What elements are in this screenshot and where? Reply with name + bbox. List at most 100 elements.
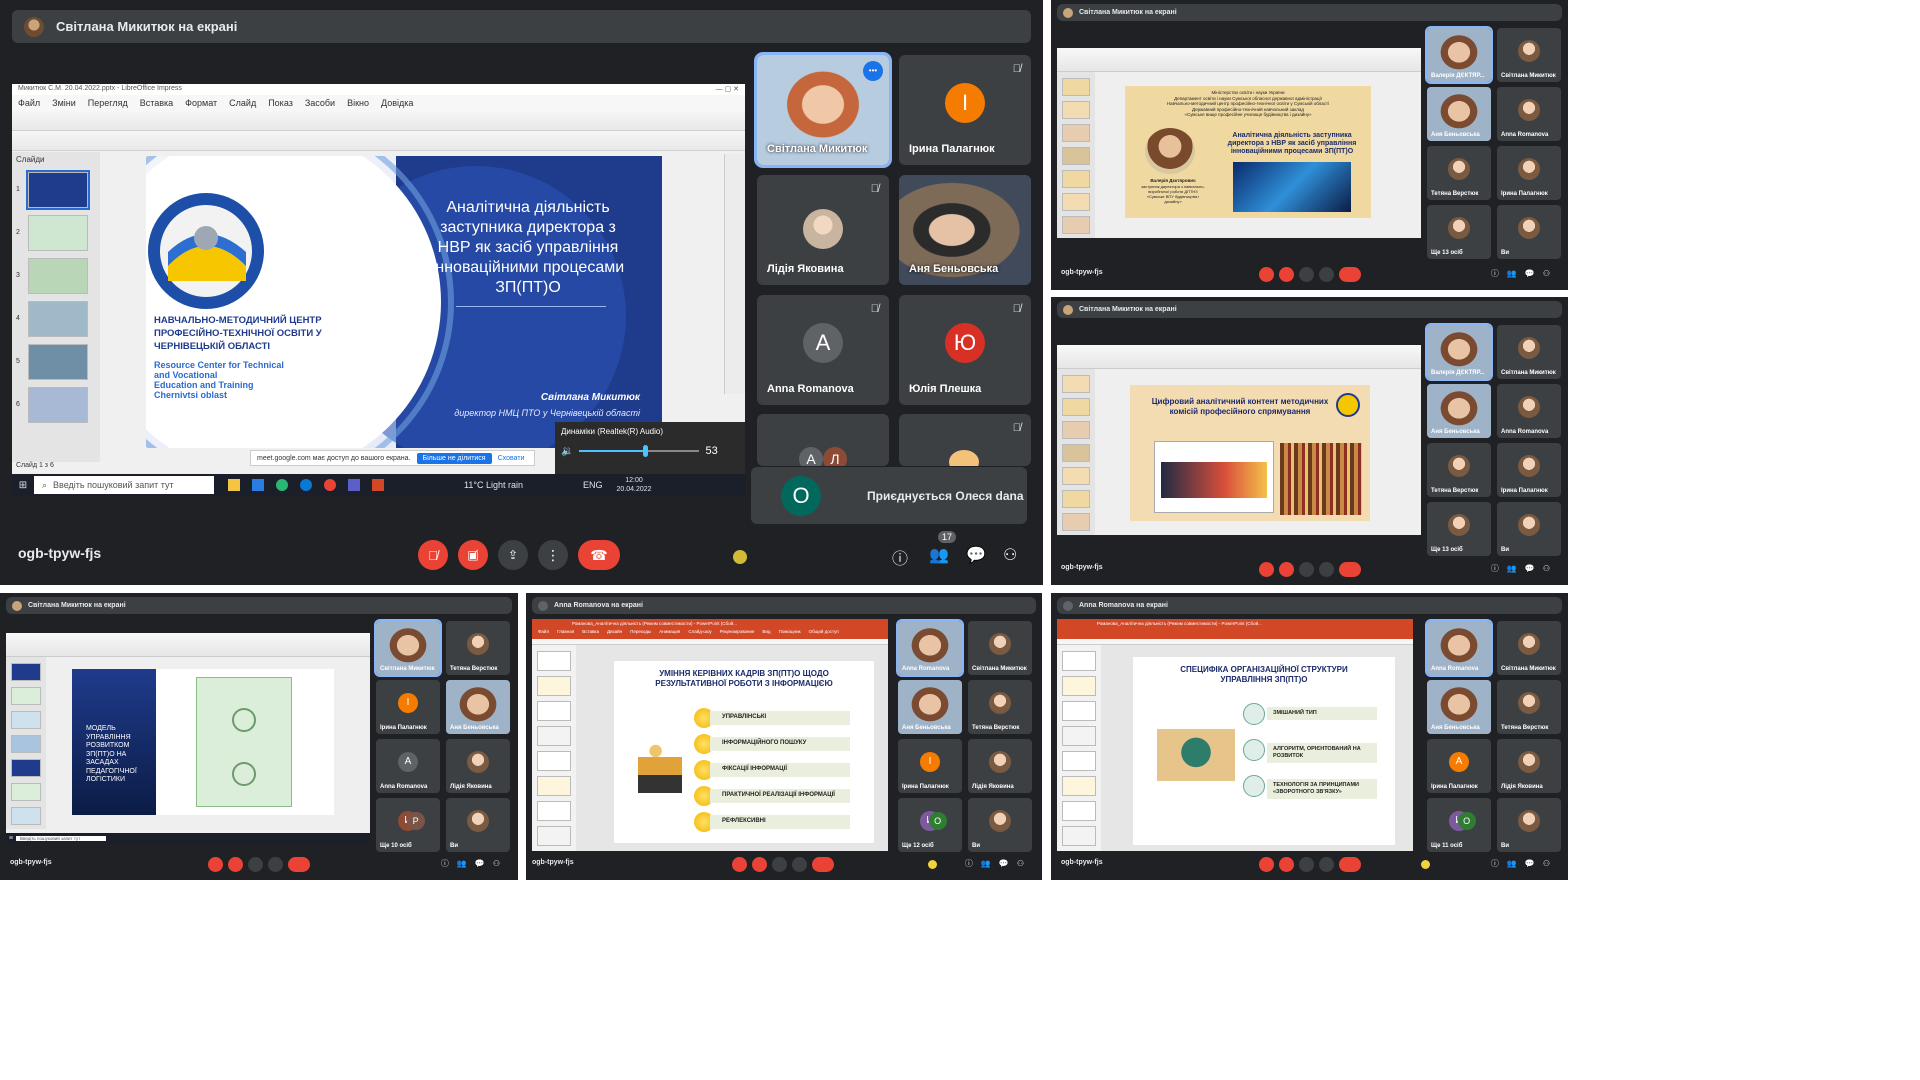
participant-tile[interactable]: Anna Romanova <box>1497 87 1561 141</box>
ribbon-tab[interactable]: Дизайн <box>607 629 622 639</box>
slide-thumbnail[interactable] <box>11 711 41 729</box>
slide-thumbnail[interactable] <box>1062 193 1090 211</box>
menu-item[interactable]: Вікно <box>347 98 369 108</box>
windows-start-icon[interactable]: ⊞ <box>12 480 34 491</box>
menu-item[interactable]: Вставка <box>140 98 173 108</box>
participant-tile[interactable]: ИЩе 10 осібР <box>376 798 440 852</box>
hide-notice-button[interactable]: Сховати <box>498 455 525 462</box>
slide-thumbnail[interactable] <box>1062 676 1096 696</box>
camera-toggle-button[interactable]: ▣̸ <box>458 540 488 570</box>
participant-tile[interactable]: Аня Беньовська <box>446 680 510 734</box>
camera-toggle-button[interactable] <box>228 857 243 872</box>
menu-item[interactable]: Показ <box>268 98 293 108</box>
participant-tile[interactable]: Anna Romanova <box>1425 619 1493 677</box>
taskbar-apps[interactable] <box>228 479 384 491</box>
activities-icon[interactable]: ⚇ <box>1003 545 1017 565</box>
participant-tile[interactable]: Ви <box>1497 205 1561 259</box>
slide-thumbnail[interactable] <box>28 301 88 337</box>
menu-item[interactable]: Слайд <box>229 98 256 108</box>
participant-tile[interactable]: Anna Romanova <box>1497 384 1561 438</box>
menu-item[interactable]: Засоби <box>305 98 335 108</box>
leave-call-button[interactable] <box>1339 267 1361 282</box>
slide-thumbnail[interactable] <box>1062 170 1090 188</box>
more-options-button[interactable] <box>1319 562 1334 577</box>
participant-tile[interactable]: Ю 🎙̸ Юлія Плешка <box>899 295 1031 405</box>
slide-thumbnail[interactable] <box>28 258 88 294</box>
ribbon-tab[interactable]: Помощник <box>779 629 801 639</box>
ppt-ribbon[interactable] <box>1057 629 1413 639</box>
participant-tile[interactable]: Тетяна Верстюк <box>446 621 510 675</box>
slide-thumbnail[interactable] <box>1062 513 1090 531</box>
participant-tile[interactable]: Аня Беньовська <box>899 175 1031 285</box>
participant-tile[interactable]: І 🎙̸ Ірина Палагнюк <box>899 55 1031 165</box>
present-button[interactable] <box>1299 267 1314 282</box>
more-options-button[interactable] <box>268 857 283 872</box>
participant-tile[interactable]: Аня Беньовська <box>1427 384 1491 438</box>
slide-thumbnail[interactable] <box>28 344 88 380</box>
slide-thumbnail[interactable] <box>1062 467 1090 485</box>
participant-tile[interactable]: Тетяна Верстюк <box>1497 680 1561 734</box>
stop-sharing-button[interactable]: Більше не ділитися <box>416 452 492 464</box>
participant-tile[interactable]: Світлана Микитюк <box>1497 325 1561 379</box>
menu-item[interactable]: Файл <box>18 98 40 108</box>
mic-toggle-button[interactable]: 🎙̸ <box>418 540 448 570</box>
slide-thumbnail[interactable] <box>1062 398 1090 416</box>
participant-tile[interactable]: A Ірина Палагнюк <box>1427 739 1491 793</box>
participant-tile-partial[interactable]: 🎙̸ <box>899 414 1031 466</box>
participant-tile[interactable]: Ви <box>968 798 1032 852</box>
slide-thumbnail[interactable] <box>11 663 41 681</box>
present-button[interactable] <box>1299 562 1314 577</box>
participant-tile[interactable]: Тетяна Верстюк <box>968 680 1032 734</box>
participant-tile[interactable]: Аня Беньовська <box>1427 87 1491 141</box>
participant-tile[interactable]: Anna Romanova <box>896 619 964 677</box>
participant-tile[interactable]: ИЩе 11 осібО <box>1427 798 1491 852</box>
participant-tile[interactable]: Лідія Яковина <box>968 739 1032 793</box>
participant-tile[interactable]: A Anna Romanova <box>376 739 440 793</box>
camera-toggle-button[interactable] <box>752 857 767 872</box>
slide-thumbnail[interactable] <box>1062 421 1090 439</box>
slide-thumbnail[interactable] <box>1062 801 1096 821</box>
camera-toggle-button[interactable] <box>1279 562 1294 577</box>
ribbon-tab[interactable]: Переходы <box>630 629 651 639</box>
slide-thumbnail[interactable] <box>537 676 571 696</box>
slide-thumbnail[interactable] <box>537 751 571 771</box>
slide-thumbnail[interactable] <box>1062 216 1090 234</box>
slide-thumbnail[interactable] <box>1062 701 1096 721</box>
participant-tile[interactable]: 🎙̸ Лідія Яковина <box>757 175 889 285</box>
slide-thumbnail[interactable] <box>1062 751 1096 771</box>
slide-thumbnail[interactable] <box>1062 375 1090 393</box>
leave-call-button[interactable] <box>1339 562 1361 577</box>
ribbon-tab[interactable]: Общий доступ <box>809 629 839 639</box>
slide-thumbnail[interactable] <box>537 651 571 671</box>
participant-tile[interactable]: І Ірина Палагнюк <box>376 680 440 734</box>
participant-tile[interactable]: Світлана Микитюк <box>1497 621 1561 675</box>
slide-thumbnail[interactable] <box>1062 147 1090 165</box>
slide-thumbnail[interactable] <box>537 801 571 821</box>
leave-call-button[interactable] <box>812 857 834 872</box>
mic-toggle-button[interactable] <box>1259 562 1274 577</box>
participant-tile[interactable]: Світлана Микитюк <box>1497 28 1561 82</box>
slide-thumbnail[interactable] <box>1062 124 1090 142</box>
slide-thumbnail[interactable] <box>1062 726 1096 746</box>
toolbar-icons-right[interactable]: ⓘ👥💬⚇ <box>441 858 508 869</box>
present-button[interactable]: ⇪ <box>498 540 528 570</box>
menu-item[interactable]: Довідка <box>381 98 413 108</box>
participant-tile[interactable]: Аня Беньовська <box>898 680 962 734</box>
slide-thumbnail[interactable] <box>537 726 571 746</box>
participant-tile[interactable]: Лідія Яковина <box>446 739 510 793</box>
participant-tile[interactable]: Тетяна Верстюк <box>1427 146 1491 200</box>
ribbon-tab[interactable]: Рецензирование <box>720 629 755 639</box>
ppt-ribbon[interactable]: Файл Главная Вставка Дизайн Переходы Анимация… <box>532 629 888 639</box>
taskbar-search[interactable]: ⌕ Введіть пошуковий запит тут <box>34 476 214 494</box>
participant-tile[interactable]: Тетяна Верстюк <box>1427 443 1491 497</box>
more-options-button[interactable] <box>1319 267 1334 282</box>
join-notification[interactable]: О Приєднується Олеся dana <box>751 467 1027 524</box>
slide-thumbnail[interactable] <box>537 826 571 846</box>
slide-thumbnail[interactable] <box>11 735 41 753</box>
menu-item[interactable]: Перегляд <box>88 98 128 108</box>
participant-tile[interactable]: Світлана Микитюк <box>374 619 442 677</box>
sidebar-deck[interactable] <box>724 154 745 394</box>
mic-toggle-button[interactable] <box>732 857 747 872</box>
people-icon[interactable]: 👥 <box>929 545 949 565</box>
toolbar-icons-right[interactable]: ⓘ👥💬⚇ <box>1491 563 1558 574</box>
